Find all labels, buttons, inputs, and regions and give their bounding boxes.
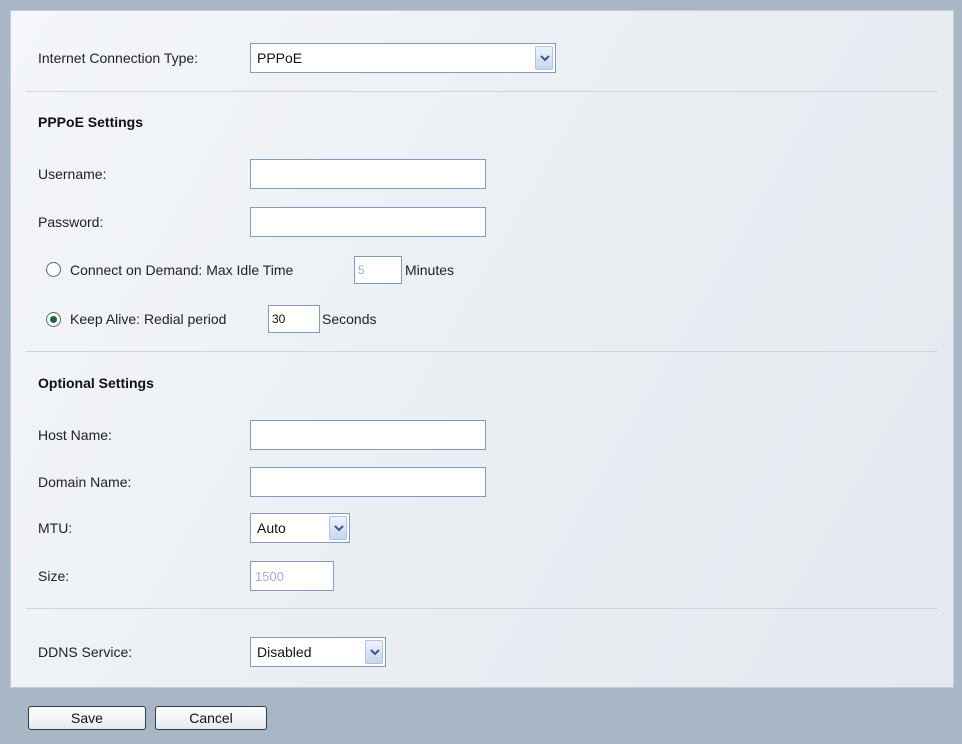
- connect-on-demand-radio[interactable]: [46, 262, 61, 277]
- seconds-label: Seconds: [322, 311, 377, 327]
- mtu-select[interactable]: Auto: [250, 513, 350, 543]
- host-name-label: Host Name:: [38, 427, 112, 443]
- redial-period-input[interactable]: [268, 305, 320, 333]
- minutes-label: Minutes: [405, 262, 455, 278]
- cancel-button[interactable]: Cancel: [155, 706, 267, 730]
- chevron-down-icon[interactable]: [329, 516, 347, 540]
- ddns-service-value: Disabled: [257, 644, 312, 660]
- divider: [26, 91, 938, 92]
- ddns-service-label: DDNS Service:: [38, 644, 133, 660]
- keep-alive-label: Keep Alive: Redial period: [70, 311, 227, 327]
- divider: [26, 608, 938, 609]
- size-input[interactable]: [250, 561, 334, 591]
- keep-alive-radio[interactable]: [46, 312, 61, 327]
- password-input[interactable]: [250, 207, 486, 237]
- username-label: Username:: [38, 166, 107, 182]
- chevron-down-icon[interactable]: [535, 46, 553, 70]
- optional-settings-heading: Optional Settings: [38, 375, 154, 391]
- connect-on-demand-label: Connect on Demand: Max Idle Time: [70, 262, 294, 278]
- connection-type-select[interactable]: PPPoE: [250, 43, 556, 73]
- radio-selected-dot: [50, 316, 57, 323]
- save-button[interactable]: Save: [28, 706, 146, 730]
- divider: [26, 351, 938, 352]
- domain-name-label: Domain Name:: [38, 474, 132, 490]
- password-label: Password:: [38, 214, 104, 230]
- domain-name-input[interactable]: [250, 467, 486, 497]
- host-name-input[interactable]: [250, 420, 486, 450]
- settings-panel: [10, 10, 954, 688]
- size-label: Size:: [38, 568, 70, 584]
- mtu-label: MTU:: [38, 520, 73, 536]
- pppoe-settings-heading: PPPoE Settings: [38, 114, 144, 130]
- connection-type-value: PPPoE: [257, 50, 303, 66]
- max-idle-time-input[interactable]: [354, 256, 402, 284]
- username-input[interactable]: [250, 159, 486, 189]
- chevron-down-icon[interactable]: [365, 640, 383, 664]
- mtu-value: Auto: [257, 520, 286, 536]
- ddns-service-select[interactable]: Disabled: [250, 637, 386, 667]
- connection-type-label: Internet Connection Type:: [38, 50, 199, 66]
